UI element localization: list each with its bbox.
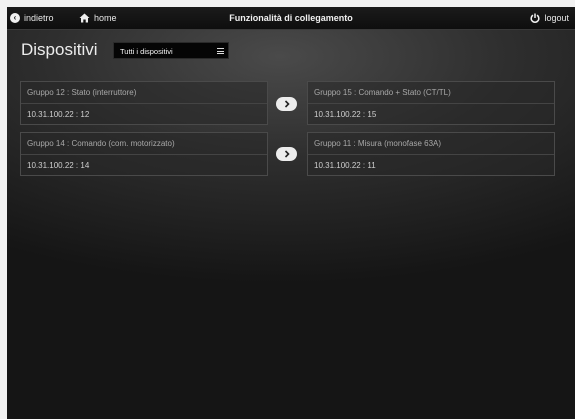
chevron-right-icon <box>284 150 290 158</box>
device-name: Gruppo 12 : Stato (interruttore) <box>21 82 267 104</box>
logout-label: logout <box>544 13 569 23</box>
logout-button[interactable]: logout <box>530 7 569 29</box>
section-heading: Dispositivi <box>21 40 98 59</box>
link-target-card[interactable]: Gruppo 11 : Misura (monofase 63A) 10.31.… <box>307 132 555 176</box>
device-name: Gruppo 15 : Comando + Stato (CT/TL) <box>308 82 554 104</box>
link-arrow-button[interactable] <box>276 147 297 161</box>
link-source-card[interactable]: Gruppo 14 : Comando (com. motorizzato) 1… <box>20 132 268 176</box>
power-icon <box>530 13 540 23</box>
device-filter-select[interactable]: Tutti i dispositivi <box>113 42 229 59</box>
link-arrow-button[interactable] <box>276 97 297 111</box>
link-source-card[interactable]: Gruppo 12 : Stato (interruttore) 10.31.1… <box>20 81 268 125</box>
page-title: Funzionalità di collegamento <box>229 13 353 23</box>
menu-icon <box>217 48 224 54</box>
device-name: Gruppo 11 : Misura (monofase 63A) <box>308 133 554 155</box>
chevron-right-icon <box>284 100 290 108</box>
top-bar: ‹ indietro home Funzionalità di collegam… <box>7 7 575 30</box>
device-filter-value: Tutti i dispositivi <box>120 47 173 56</box>
device-address: 10.31.100.22 : 15 <box>314 110 377 119</box>
device-name: Gruppo 14 : Comando (com. motorizzato) <box>21 133 267 155</box>
device-address: 10.31.100.22 : 12 <box>27 110 90 119</box>
app-screen: ‹ indietro home Funzionalità di collegam… <box>7 7 575 419</box>
device-address: 10.31.100.22 : 14 <box>27 161 90 170</box>
link-target-card[interactable]: Gruppo 15 : Comando + Stato (CT/TL) 10.3… <box>307 81 555 125</box>
device-address: 10.31.100.22 : 11 <box>314 161 376 170</box>
